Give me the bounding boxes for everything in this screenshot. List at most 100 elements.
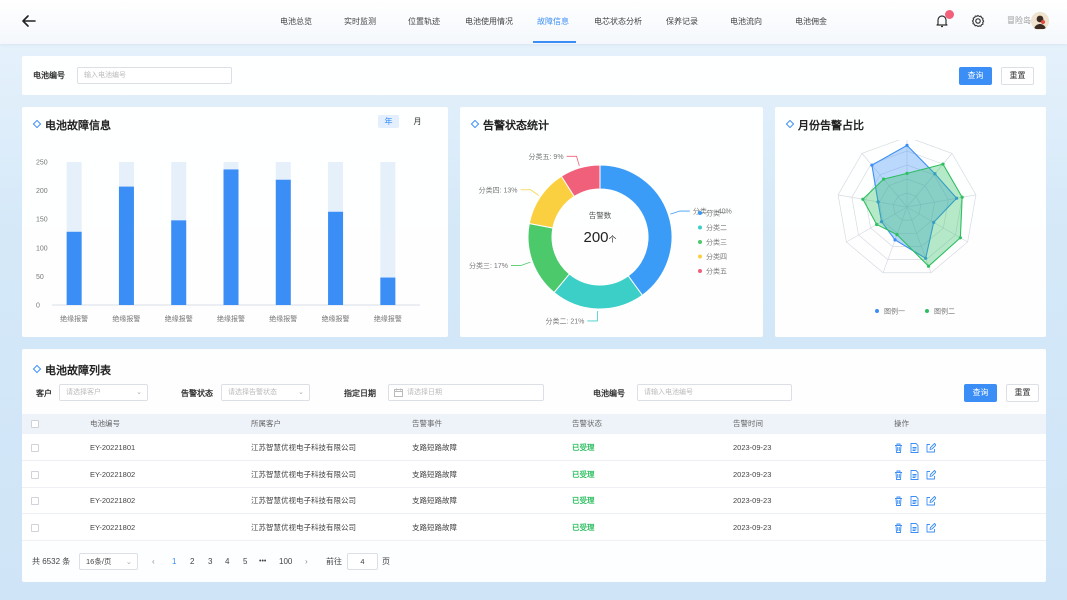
edit-icon[interactable] [926, 522, 937, 535]
select-all-checkbox[interactable] [31, 420, 39, 428]
toggle-month[interactable]: 月 [407, 115, 428, 128]
page-suffix: 页 [382, 557, 390, 566]
cell-status: 已受理 [572, 496, 595, 505]
customer-select[interactable]: 请选择客户 ⌄ [59, 384, 148, 401]
page-100[interactable]: 100 [279, 555, 292, 569]
cell-customer: 江苏智慧优视电子科技有限公司 [251, 522, 356, 532]
cell-time: 2023-09-23 [733, 522, 772, 532]
reset-button[interactable]: 重置 [1001, 67, 1034, 85]
list-reset-button[interactable]: 重置 [1006, 384, 1039, 402]
delete-icon[interactable] [894, 443, 903, 455]
page-3[interactable]: 3 [208, 555, 212, 569]
legend-label: 分类五 [706, 267, 727, 276]
calendar-icon [394, 388, 403, 400]
table-row[interactable]: EY-20221802 江苏智慧优视电子科技有限公司 支路短路故障 已受理 2023-0… [22, 514, 1046, 541]
bar [380, 277, 396, 305]
next-page-icon[interactable]: › [305, 555, 308, 569]
slice-label: 分类三: 17% [469, 261, 508, 270]
radar-point [960, 195, 964, 199]
cell-customer: 江苏智慧优视电子科技有限公司 [251, 469, 356, 479]
nav-item-battery-overview[interactable]: 电池总览 [280, 0, 312, 44]
nav-item-battery-flow[interactable]: 电池流向 [730, 0, 762, 44]
document-icon[interactable] [910, 522, 919, 535]
delete-icon[interactable] [894, 523, 903, 535]
bar [66, 231, 82, 305]
cell-event: 支路短路故障 [412, 496, 457, 505]
page-1[interactable]: 1 [172, 555, 176, 569]
nav-item-realtime-monitor[interactable]: 实时监测 [344, 0, 376, 44]
date-picker[interactable]: 请选择日期 [388, 384, 544, 401]
page-size-select[interactable]: 16条/页 ⌄ [79, 553, 138, 570]
table-row[interactable]: EY-20221801 江苏智慧优视电子科技有限公司 支路短路故障 已受理 2023-0… [22, 435, 1046, 461]
avatar[interactable] [1031, 12, 1049, 30]
x-tick-label: 绝缘报警 [60, 314, 88, 323]
column-header: 电池编号 [90, 419, 120, 428]
document-icon[interactable] [910, 443, 919, 455]
delete-icon[interactable] [894, 496, 903, 508]
nav-item-commission[interactable]: 电池佣金 [795, 0, 827, 44]
row-checkbox[interactable] [31, 470, 39, 479]
monthly-radar-chart: 图例一 图例二 [837, 140, 977, 316]
goto-label: 前往 [326, 557, 342, 566]
list-battery-label: 电池编号 [593, 389, 625, 398]
document-icon[interactable] [910, 469, 919, 482]
nav-item-battery-usage[interactable]: 电池使用情况 [465, 0, 513, 44]
list-panel-title: 电池故障列表 [45, 365, 111, 377]
query-button[interactable]: 查询 [959, 67, 992, 85]
radar-point [958, 236, 962, 240]
page-5[interactable]: 5 [243, 555, 247, 569]
radar-point [882, 177, 886, 181]
nav-item-location-track[interactable]: 位置轨迹 [408, 0, 440, 44]
row-actions [894, 522, 944, 535]
toggle-year[interactable]: 年 [378, 115, 399, 128]
cell-event: 支路短路故障 [412, 469, 457, 479]
nav-item-fault-info[interactable]: 故障信息 [537, 0, 569, 44]
list-battery-input[interactable]: 请输入电池编号 [637, 384, 792, 401]
page-4[interactable]: 4 [225, 555, 229, 569]
status-select[interactable]: 请选择告警状态 ⌄ [221, 384, 310, 401]
edit-icon[interactable] [926, 443, 937, 455]
y-tick-label: 50 [36, 274, 44, 281]
more-pages-ellipsis[interactable]: ••• [259, 555, 266, 569]
slice-leader-line [566, 155, 580, 167]
fault-panel-title: 电池故障信息 [45, 120, 111, 132]
row-checkbox[interactable] [31, 497, 39, 505]
column-header: 操作 [894, 419, 909, 428]
radar-point [893, 238, 897, 242]
user-name[interactable]: 冒险岛 [1007, 15, 1031, 26]
nav-item-cell-analysis[interactable]: 电芯状态分析 [594, 0, 642, 44]
column-header: 告警状态 [572, 419, 602, 428]
row-checkbox[interactable] [31, 523, 39, 532]
page-2[interactable]: 2 [190, 555, 194, 569]
legend-dot [698, 225, 702, 230]
cell-time: 2023-09-23 [733, 496, 772, 505]
table-row[interactable]: EY-20221802 江苏智慧优视电子科技有限公司 支路短路故障 已受理 2023-0… [22, 461, 1046, 488]
document-icon[interactable] [910, 496, 919, 508]
battery-number-input[interactable]: 输入电池编号 [77, 67, 232, 84]
row-checkbox[interactable] [31, 444, 39, 452]
cell-customer: 江苏智慧优视电子科技有限公司 [251, 443, 356, 452]
x-tick-label: 绝缘报警 [374, 314, 402, 323]
legend-label: 分类二 [706, 223, 727, 232]
back-arrow-icon[interactable] [20, 12, 38, 30]
edit-icon[interactable] [926, 469, 937, 482]
delete-icon[interactable] [894, 470, 903, 482]
prev-page-icon[interactable]: ‹ [152, 555, 155, 569]
radar-point [875, 222, 879, 227]
table-header: 电池编号 所属客户 告警事件 告警状态 告警时间 操作 [22, 414, 1046, 434]
legend-label: 分类一 [706, 209, 727, 218]
total-count: 共 6532 条 [32, 557, 71, 566]
gear-icon[interactable] [971, 14, 985, 28]
list-query-button[interactable]: 查询 [964, 384, 997, 402]
legend-dot [698, 254, 702, 259]
edit-icon[interactable] [926, 496, 937, 508]
bar [223, 169, 239, 305]
legend-dot [925, 309, 929, 313]
y-tick-label: 0 [36, 303, 40, 310]
table-row[interactable]: EY-20221802 江苏智慧优视电子科技有限公司 支路短路故障 已受理 2023-0… [22, 488, 1046, 514]
nav-item-maintenance[interactable]: 保养记录 [666, 0, 698, 44]
cell-event: 支路短路故障 [412, 443, 457, 452]
active-tab-underline [533, 41, 576, 43]
cell-id: EY-20221802 [90, 496, 136, 505]
goto-page-input[interactable]: 4 [347, 553, 378, 570]
